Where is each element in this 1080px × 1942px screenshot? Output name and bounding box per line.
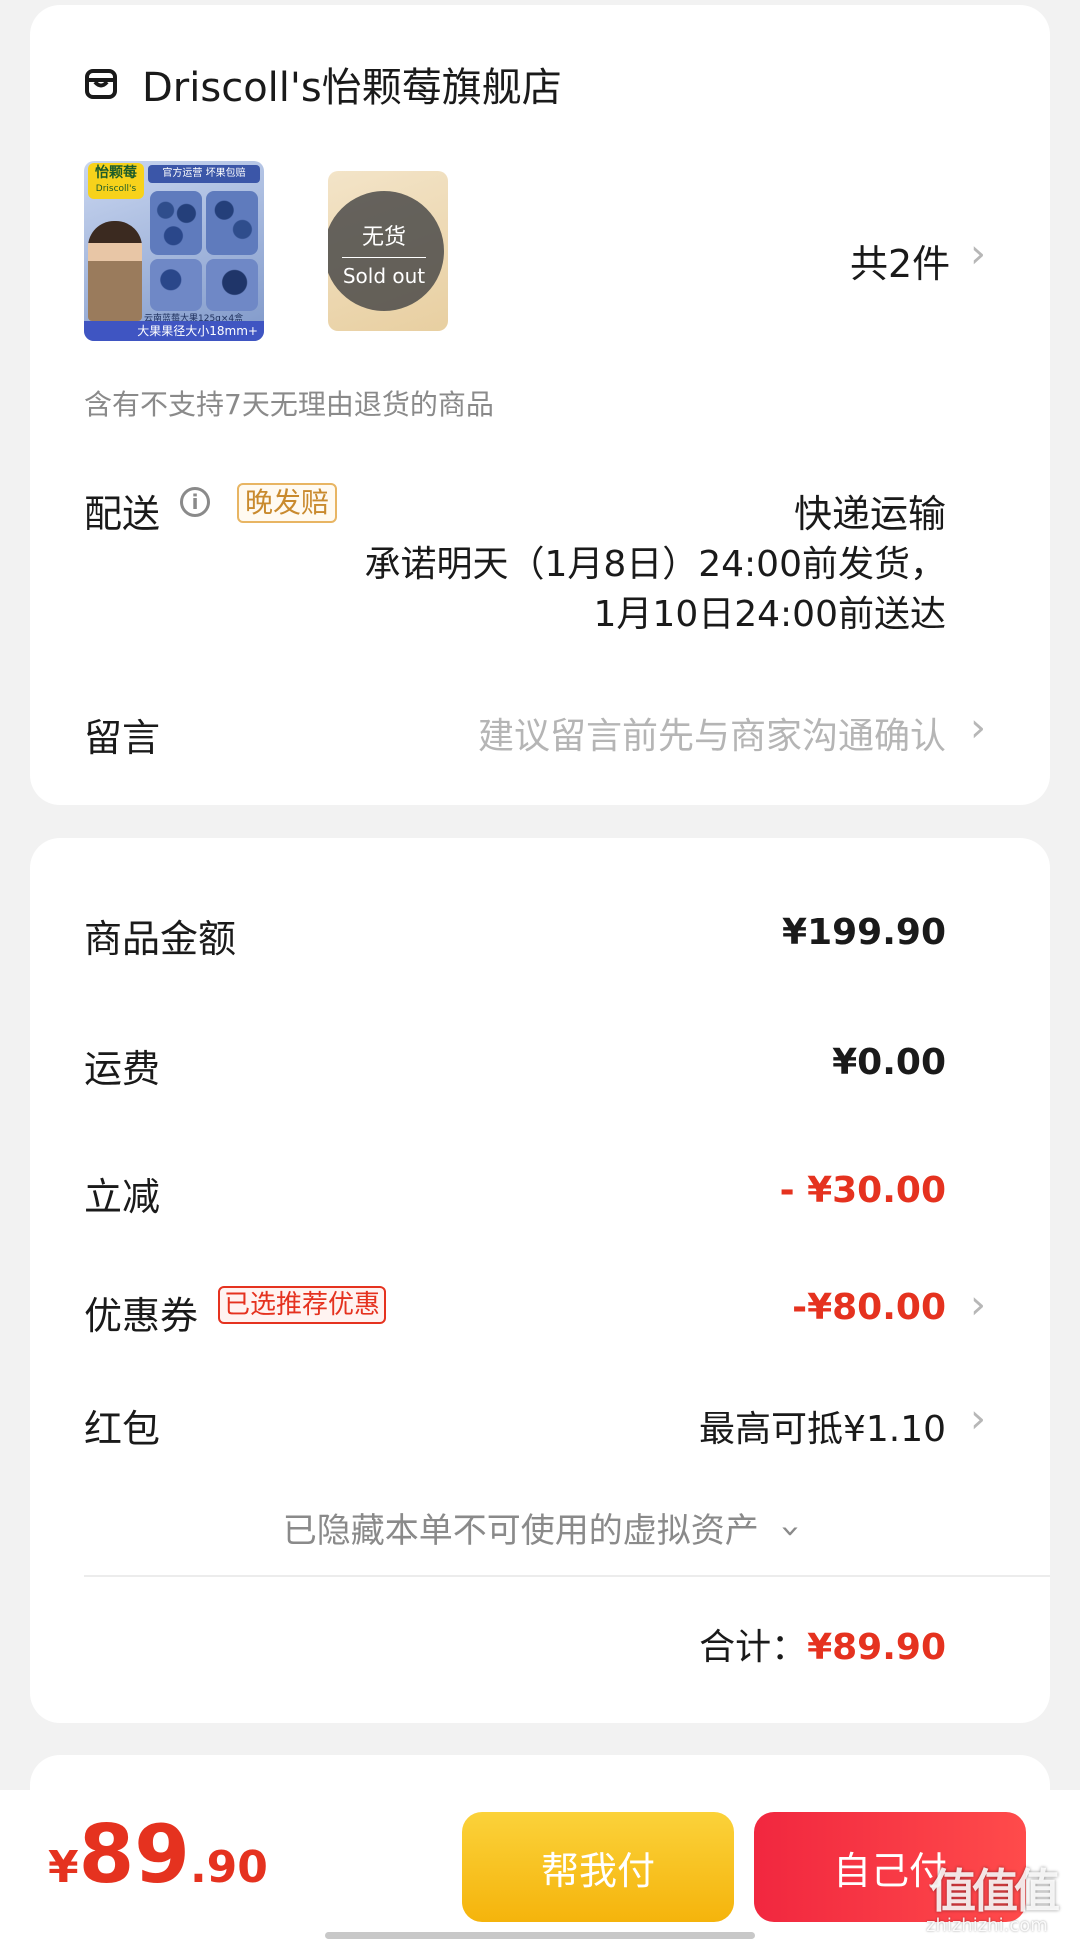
product-brand: 怡颗莓 Driscoll's: [88, 163, 144, 199]
red-packet-chevron-icon[interactable]: ›: [970, 1396, 986, 1442]
sold-out-overlay: 无货 Sold out: [328, 191, 444, 311]
blueberry-box-1: [150, 191, 202, 255]
message-input[interactable]: 建议留言前先与商家沟通确认: [478, 707, 946, 759]
product-footer: 大果果径大小18mm+: [84, 321, 264, 341]
red-packet-label: 红包: [84, 1407, 161, 1451]
coupon-label: 优惠券: [84, 1294, 199, 1338]
coupon-chevron-icon[interactable]: ›: [970, 1282, 986, 1328]
total-row: 合计：¥89.90: [699, 1618, 946, 1670]
divider: [84, 1575, 1050, 1577]
hidden-assets-text: 已隐藏本单不可使用的虚拟资产: [282, 1511, 759, 1551]
home-indicator: [325, 1932, 755, 1939]
goods-amount-label: 商品金额: [84, 917, 237, 961]
item-count-chevron-icon[interactable]: ›: [970, 231, 986, 277]
info-icon[interactable]: i: [180, 487, 210, 517]
item-count[interactable]: 共2件: [850, 233, 950, 288]
price-card: 商品金额 ¥199.90 运费 ¥0.00 立减 - ¥30.00 优惠券 已选…: [30, 838, 1050, 1723]
discount-value: - ¥30.00: [779, 1170, 946, 1211]
total-label: 合计：: [699, 1627, 808, 1668]
payable-amount: ¥89.90: [48, 1808, 268, 1901]
product-thumbnail-soldout[interactable]: 无货 Sold out: [328, 171, 448, 331]
store-icon: [85, 69, 117, 99]
delivery-label: 配送: [84, 492, 161, 536]
shipping-label: 运费: [84, 1047, 161, 1091]
shipping-value: ¥0.00: [832, 1042, 946, 1083]
order-card: Driscoll's怡颗莓旗舰店 怡颗莓 Driscoll's 官方运营 坏果包…: [30, 5, 1050, 805]
blueberry-box-2: [206, 191, 258, 255]
spokesperson-image: [88, 221, 142, 321]
message-chevron-icon[interactable]: ›: [970, 705, 986, 751]
red-packet-value[interactable]: 最高可抵¥1.10: [699, 1400, 946, 1452]
product-banner: 官方运营 坏果包赔: [148, 165, 260, 183]
store-name: Driscoll's怡颗莓旗舰店: [142, 65, 562, 111]
total-value: ¥89.90: [807, 1627, 946, 1668]
watermark-url: zhizhizhi.com: [926, 1915, 1048, 1936]
late-delivery-badge: 晚发赔: [237, 483, 338, 523]
message-label: 留言: [84, 716, 161, 760]
blueberry-box-4: [206, 259, 258, 311]
blueberry-box-3: [150, 259, 202, 311]
return-notice: 含有不支持7天无理由退货的商品: [84, 388, 494, 421]
amount-decimal: .90: [189, 1842, 268, 1893]
help-pay-button[interactable]: 帮我付: [462, 1812, 734, 1922]
store-header[interactable]: Driscoll's怡颗莓旗舰店: [84, 55, 562, 113]
product-thumbnail-blueberry[interactable]: 怡颗莓 Driscoll's 官方运营 坏果包赔 云南蓝莓大果125g×4盒 大…: [84, 161, 264, 341]
currency-symbol: ¥: [48, 1842, 79, 1893]
coupon-badge: 已选推荐优惠: [218, 1286, 387, 1324]
discount-label: 立减: [84, 1175, 161, 1219]
goods-amount-value: ¥199.90: [782, 912, 946, 953]
delivery-promise-line2: 1月10日24:00前送达: [593, 594, 946, 635]
hidden-assets-toggle[interactable]: 已隐藏本单不可使用的虚拟资产 ›: [30, 1503, 1050, 1552]
chevron-down-icon: ›: [770, 1524, 811, 1538]
delivery-promise-line1: 承诺明天（1月8日）24:00前发货，: [364, 544, 946, 585]
watermark-logo: 值值值: [930, 1864, 1060, 1918]
coupon-value[interactable]: -¥80.00: [792, 1287, 946, 1328]
amount-integer: 89: [78, 1808, 190, 1901]
delivery-method: 快递运输: [793, 492, 946, 536]
